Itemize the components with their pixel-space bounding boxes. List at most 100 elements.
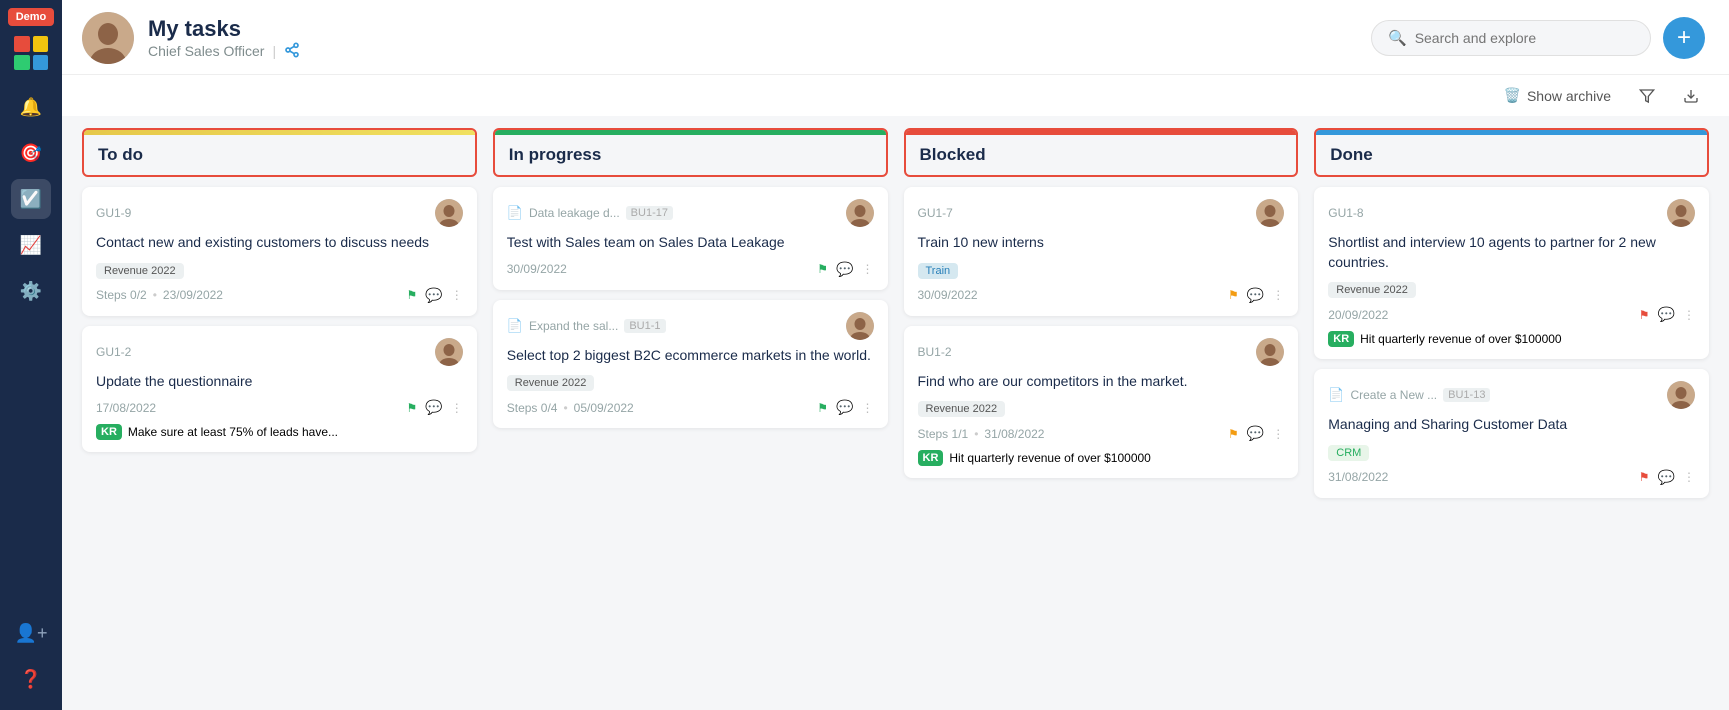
add-button[interactable]: + <box>1663 17 1705 59</box>
card-prefix: Data leakage d... <box>529 206 620 220</box>
card-mid: BU1-13 <box>1443 388 1490 402</box>
card-sub-text: Make sure at least 75% of leads have... <box>128 425 338 439</box>
flag-icon[interactable]: ⚑ <box>1228 288 1239 302</box>
card-id-text: GU1-8 <box>1328 206 1363 220</box>
more-options-icon[interactable]: ⋮ <box>1272 427 1284 441</box>
flag-icon[interactable]: ⚑ <box>407 288 418 302</box>
card-footer: Steps 0/2•23/09/2022⚑💬⋮ <box>96 287 463 304</box>
card-title: Contact new and existing customers to di… <box>96 233 463 253</box>
card-mid: BU1-17 <box>626 206 673 220</box>
card-title: Managing and Sharing Customer Data <box>1328 415 1695 435</box>
column-title-blocked: Blocked <box>906 135 1297 175</box>
task-card[interactable]: GU1-8 Shortlist and interview 10 agents t… <box>1314 187 1709 359</box>
card-tag: Revenue 2022 <box>507 375 595 391</box>
card-steps: Steps 0/2 <box>96 288 147 302</box>
more-options-icon[interactable]: ⋮ <box>1683 470 1695 484</box>
card-mid: BU1-1 <box>624 319 665 333</box>
more-options-icon[interactable]: ⋮ <box>1272 288 1284 302</box>
card-id-text: GU1-7 <box>918 206 953 220</box>
sidebar-analytics[interactable]: 📈 <box>11 225 51 265</box>
search-input[interactable] <box>1415 30 1634 46</box>
main-content: My tasks Chief Sales Officer | 🔍 + 🗑️ Sh… <box>62 0 1729 710</box>
comment-icon[interactable]: 💬 <box>836 399 853 416</box>
card-tag: Train <box>918 263 959 279</box>
task-card[interactable]: BU1-2Find who are our competitors in the… <box>904 326 1299 479</box>
show-archive-button[interactable]: 🗑️ Show archive <box>1498 83 1617 108</box>
card-footer: 17/08/2022⚑💬⋮ <box>96 399 463 416</box>
card-avatar <box>846 199 874 227</box>
card-footer: 30/09/2022⚑💬⋮ <box>507 261 874 278</box>
card-avatar <box>846 312 874 340</box>
task-card[interactable]: 📄Data leakage d...BU1-17Test with Sales … <box>493 187 888 290</box>
search-bar[interactable]: 🔍 <box>1371 20 1651 56</box>
app-logo[interactable] <box>14 36 48 70</box>
comment-icon[interactable]: 💬 <box>425 287 442 304</box>
share-icon[interactable] <box>284 42 300 61</box>
task-card[interactable]: GU1-9Contact new and existing customers … <box>82 187 477 316</box>
card-sub-text: Hit quarterly revenue of over $100000 <box>949 451 1150 465</box>
column-title-inprogress: In progress <box>495 135 886 175</box>
card-title: Shortlist and interview 10 agents to par… <box>1328 233 1695 272</box>
task-card[interactable]: GU1-7Train 10 new internsTrain30/09/2022… <box>904 187 1299 316</box>
card-sub-item: KRHit quarterly revenue of over $100000 <box>918 450 1285 466</box>
more-options-icon[interactable]: ⋮ <box>862 262 874 276</box>
comment-icon[interactable]: 💬 <box>836 261 853 278</box>
card-date: 23/09/2022 <box>163 288 223 302</box>
comment-icon[interactable]: 💬 <box>425 399 442 416</box>
more-options-icon[interactable]: ⋮ <box>451 401 463 415</box>
card-footer: Steps 0/4•05/09/2022⚑💬⋮ <box>507 399 874 416</box>
card-avatar <box>1667 199 1695 227</box>
comment-icon[interactable]: 💬 <box>1658 469 1675 486</box>
sidebar-help[interactable]: ❓ <box>11 659 51 699</box>
flag-icon[interactable]: ⚑ <box>407 401 418 415</box>
card-avatar <box>1256 338 1284 366</box>
card-footer: 30/09/2022⚑💬⋮ <box>918 287 1285 304</box>
sidebar-target[interactable]: 🎯 <box>11 133 51 173</box>
sidebar-settings[interactable]: ⚙️ <box>11 271 51 311</box>
card-sub-item: KRHit quarterly revenue of over $100000 <box>1328 331 1695 347</box>
card-avatar <box>435 199 463 227</box>
header: My tasks Chief Sales Officer | 🔍 + <box>62 0 1729 75</box>
card-id-row: GU1-8 <box>1328 199 1695 227</box>
card-avatar <box>435 338 463 366</box>
card-id-text: BU1-2 <box>918 345 952 359</box>
card-id-row: 📄Data leakage d...BU1-17 <box>507 199 874 227</box>
card-avatar <box>1256 199 1284 227</box>
card-sub-text: Hit quarterly revenue of over $100000 <box>1360 332 1561 346</box>
comment-icon[interactable]: 💬 <box>1247 425 1264 442</box>
more-options-icon[interactable]: ⋮ <box>1683 308 1695 322</box>
flag-icon[interactable]: ⚑ <box>817 401 828 415</box>
toolbar: 🗑️ Show archive <box>62 75 1729 116</box>
task-card[interactable]: GU1-2Update the questionnaire17/08/2022⚑… <box>82 326 477 453</box>
column-inprogress: In progress📄Data leakage d...BU1-17Test … <box>493 128 888 694</box>
header-right: 🔍 + <box>1371 17 1705 59</box>
task-card[interactable]: 📄Create a New ...BU1-13Managing and Shar… <box>1314 369 1709 498</box>
kanban-board: To do GU1-9Contact new and existing custo… <box>62 116 1729 710</box>
flag-icon[interactable]: ⚑ <box>1228 427 1239 441</box>
separator: | <box>272 43 276 59</box>
card-title: Train 10 new interns <box>918 233 1285 253</box>
card-title: Select top 2 biggest B2C ecommerce marke… <box>507 346 874 366</box>
download-button[interactable] <box>1677 84 1705 108</box>
more-options-icon[interactable]: ⋮ <box>862 401 874 415</box>
column-header-todo: To do <box>82 128 477 177</box>
search-icon: 🔍 <box>1388 29 1407 47</box>
column-blocked: BlockedGU1-7Train 10 new internsTrain30/… <box>904 128 1299 694</box>
more-options-icon[interactable]: ⋮ <box>451 288 463 302</box>
card-footer: 31/08/2022⚑💬⋮ <box>1328 469 1695 486</box>
header-subtitle: Chief Sales Officer | <box>148 42 1371 61</box>
sidebar-tasks[interactable]: ☑️ <box>11 179 51 219</box>
sidebar-add-user[interactable]: 👤+ <box>11 613 51 653</box>
column-title-todo: To do <box>84 135 475 175</box>
column-title-done: Done <box>1316 135 1707 175</box>
column-todo: To do GU1-9Contact new and existing custo… <box>82 128 477 694</box>
flag-icon[interactable]: ⚑ <box>817 262 828 276</box>
comment-icon[interactable]: 💬 <box>1247 287 1264 304</box>
task-card[interactable]: 📄Expand the sal...BU1-1 Select top 2 bigg… <box>493 300 888 429</box>
sidebar-notifications[interactable]: 🔔 <box>11 87 51 127</box>
comment-icon[interactable]: 💬 <box>1658 306 1675 323</box>
filter-button[interactable] <box>1633 84 1661 108</box>
flag-icon[interactable]: ⚑ <box>1639 470 1650 484</box>
flag-icon[interactable]: ⚑ <box>1639 308 1650 322</box>
card-id-row: 📄Expand the sal...BU1-1 <box>507 312 874 340</box>
